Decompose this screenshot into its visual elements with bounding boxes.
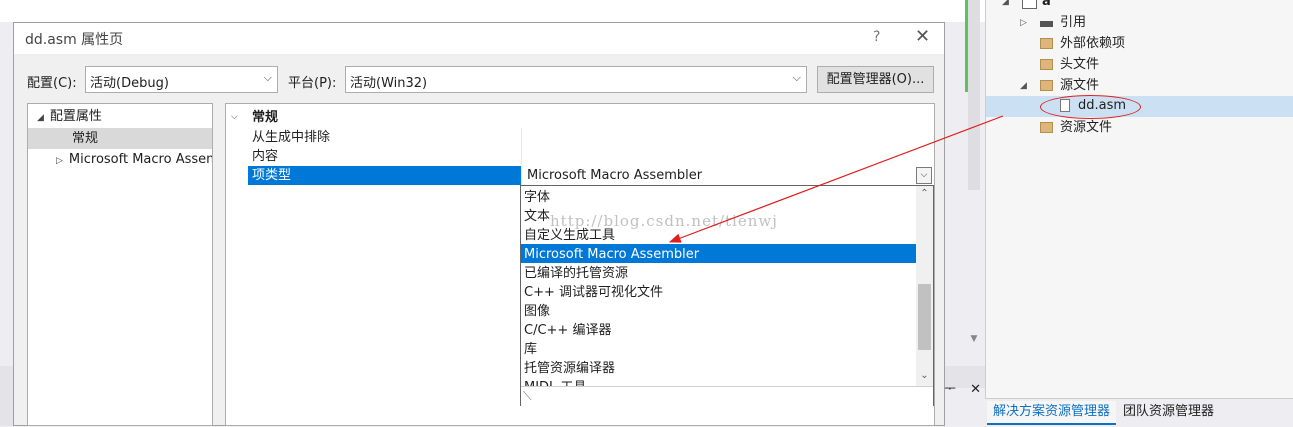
platform-select[interactable]: 活动(Win32) ⌵ [345, 66, 807, 93]
tab-team-explorer[interactable]: 团队资源管理器 [1117, 401, 1220, 423]
dropdown-option[interactable]: MIDL 工具 [524, 378, 586, 386]
tree-label: 外部依赖项 [1060, 36, 1126, 51]
expanded-arrow-icon[interactable]: ◢ [1002, 0, 1009, 12]
section-collapse-icon[interactable]: ⌵ [231, 108, 238, 127]
tree-project[interactable]: ◢ a [986, 0, 1293, 12]
expanded-arrow-icon[interactable]: ◢ [37, 113, 44, 123]
item-type-value: Microsoft Macro Assembler [527, 168, 703, 183]
config-select[interactable]: 活动(Debug) ⌵ [85, 66, 278, 93]
scroll-down-icon[interactable]: ▼ [968, 334, 980, 348]
chevron-down-icon: ⌵ [792, 71, 801, 84]
collapsed-arrow-icon[interactable]: ▷ [56, 156, 63, 166]
help-button[interactable]: ? [873, 29, 880, 45]
dialog-title: dd.asm 属性页 [25, 32, 124, 48]
tree-resource-files[interactable]: 资源文件 [986, 118, 1293, 138]
config-label: 配置(C): [27, 76, 77, 91]
tree-item-general[interactable]: 常规 [72, 129, 98, 149]
dropdown-option[interactable]: 已编译的托管资源 [524, 264, 628, 283]
platform-label: 平台(P): [288, 76, 337, 91]
dropdown-option-selected[interactable]: Microsoft Macro Assembler [524, 245, 699, 264]
dropdown-scroll-thumb[interactable] [918, 284, 931, 350]
tree-label: 资源文件 [1060, 120, 1113, 135]
panel-controls: ᅮ ✕ [944, 378, 991, 397]
references-icon [1040, 21, 1053, 27]
tree-root-item[interactable]: ◢ 配置属性 [37, 107, 102, 127]
config-manager-button[interactable]: 配置管理器(O)... [817, 66, 934, 93]
tree-label: 源文件 [1060, 78, 1100, 93]
tree-item-masm[interactable]: ▷ Microsoft Macro Assembler [56, 150, 212, 170]
folder-icon [1040, 59, 1053, 70]
tree-references[interactable]: ▷ 引用 [986, 13, 1293, 33]
dialog-titlebar [13, 22, 945, 54]
grid-row-item-type[interactable]: 项类型 [252, 166, 291, 185]
folder-icon [1040, 38, 1053, 49]
editor-area [0, 0, 985, 22]
dropdown-option[interactable]: 库 [524, 340, 537, 359]
annotation-ellipse [1040, 95, 1141, 119]
dropdown-option[interactable]: 字体 [524, 188, 550, 207]
folder-icon [1040, 80, 1053, 91]
grid-row-content[interactable]: 内容 [252, 147, 278, 166]
solution-explorer: ◢ a ▷ 引用 外部依赖项 头文件 ◢ 源文件 dd.asm 资源文件 [985, 0, 1293, 426]
dropdown-option[interactable]: 文本 [524, 207, 550, 226]
scroll-down-icon[interactable]: ⌄ [916, 370, 933, 381]
project-icon [1022, 0, 1037, 9]
dropdown-option[interactable]: 托管资源编译器 [524, 359, 615, 378]
tree-root-label: 配置属性 [49, 109, 102, 124]
close-panel-icon[interactable]: ✕ [970, 382, 981, 397]
watermark: http://blog.csdn.net/tienwj [550, 212, 778, 230]
tree-header-files[interactable]: 头文件 [986, 55, 1293, 75]
tree-external-deps[interactable]: 外部依赖项 [986, 34, 1293, 54]
dropdown-resize-bar [521, 386, 933, 406]
tree-label: 头文件 [1060, 57, 1100, 72]
pin-icon[interactable]: ᅮ [944, 382, 956, 397]
grid-section-title: 常规 [252, 110, 279, 125]
collapsed-arrow-icon[interactable]: ▷ [1020, 13, 1027, 33]
expanded-arrow-icon[interactable]: ◢ [1020, 76, 1027, 96]
tree-source-files[interactable]: ◢ 源文件 [986, 76, 1293, 96]
tree-selection-highlight [28, 128, 212, 149]
chevron-down-icon: ⌵ [263, 71, 272, 84]
grid-row-exclude[interactable]: 从生成中排除 [252, 128, 330, 147]
tree-masm-label: Microsoft Macro Assembler [68, 152, 212, 167]
config-value: 活动(Debug) [90, 76, 169, 91]
tree-label: 引用 [1060, 15, 1087, 30]
dropdown-option[interactable]: C++ 调试器可视化文件 [524, 283, 663, 302]
dropdown-option[interactable]: C/C++ 编译器 [524, 321, 611, 340]
close-button[interactable]: ✕ [915, 26, 930, 47]
resize-grip-icon[interactable]: ⟍ [523, 389, 531, 404]
dropdown-option[interactable]: 图像 [524, 302, 550, 321]
folder-icon [1040, 122, 1053, 133]
tab-solution-explorer[interactable]: 解决方案资源管理器 [987, 401, 1117, 425]
editor-scrollbar[interactable] [968, 0, 980, 190]
chevron-down-icon[interactable]: ⌵ [916, 167, 932, 184]
scroll-up-icon[interactable]: ⌃ [916, 188, 933, 199]
project-label: a [1042, 0, 1051, 9]
platform-value: 活动(Win32) [350, 76, 428, 91]
solution-tabs: 解决方案资源管理器 团队资源管理器 [985, 398, 1293, 427]
